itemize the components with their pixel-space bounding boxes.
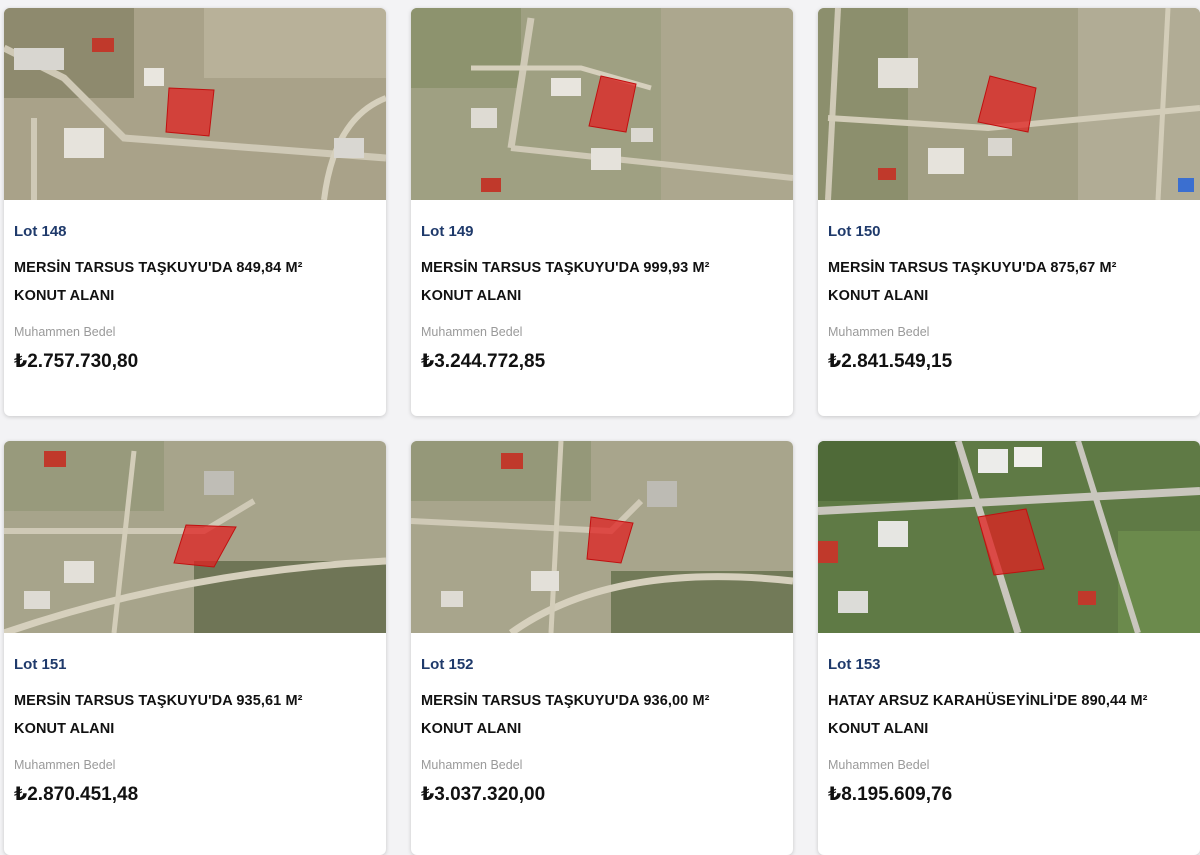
satellite-map-image: [4, 441, 386, 633]
lot-title-line2: KONUT ALANI: [14, 721, 115, 737]
lot-title-line1: MERSİN TARSUS TAŞKUYU'DA 935,61 M²: [14, 693, 303, 709]
estimated-value-label: Muhammen Bedel: [421, 758, 523, 772]
lot-card[interactable]: Lot 150 MERSİN TARSUS TAŞKUYU'DA 875,67 …: [818, 8, 1200, 416]
lot-title: MERSİN TARSUS TAŞKUYU'DA 935,61 M² KONUT…: [14, 687, 376, 743]
lot-card[interactable]: Lot 151 MERSİN TARSUS TAŞKUYU'DA 935,61 …: [4, 441, 386, 855]
lot-card[interactable]: Lot 152 MERSİN TARSUS TAŞKUYU'DA 936,00 …: [411, 441, 793, 855]
satellite-map-image: [4, 8, 386, 200]
lot-price: ₺2.841.549,15: [828, 351, 953, 372]
lot-number: Lot 152: [421, 656, 474, 673]
lot-price: ₺3.244.772,85: [421, 351, 546, 372]
lot-title: MERSİN TARSUS TAŞKUYU'DA 999,93 M² KONUT…: [421, 254, 783, 310]
lot-price: ₺8.195.609,76: [828, 784, 953, 805]
satellite-map-image: [818, 441, 1200, 633]
estimated-value-label: Muhammen Bedel: [14, 325, 116, 339]
lot-price: ₺2.757.730,80: [14, 351, 139, 372]
lot-title-line2: KONUT ALANI: [14, 288, 115, 304]
lot-title-line1: MERSİN TARSUS TAŞKUYU'DA 999,93 M²: [421, 260, 710, 276]
lot-price: ₺2.870.451,48: [14, 784, 139, 805]
lot-price: ₺3.037.320,00: [421, 784, 546, 805]
estimated-value-label: Muhammen Bedel: [421, 325, 523, 339]
lot-title: MERSİN TARSUS TAŞKUYU'DA 936,00 M² KONUT…: [421, 687, 783, 743]
satellite-map-image: [411, 8, 793, 200]
lot-title-line1: MERSİN TARSUS TAŞKUYU'DA 875,67 M²: [828, 260, 1117, 276]
lot-number: Lot 149: [421, 223, 474, 240]
lot-title-line2: KONUT ALANI: [421, 721, 522, 737]
lot-grid: Lot 148 MERSİN TARSUS TAŞKUYU'DA 849,84 …: [0, 0, 1200, 855]
parcel-highlight: [165, 87, 215, 137]
satellite-map-image: [411, 441, 793, 633]
lot-title-line2: KONUT ALANI: [421, 288, 522, 304]
satellite-map-image: [818, 8, 1200, 200]
lot-title-line1: MERSİN TARSUS TAŞKUYU'DA 849,84 M²: [14, 260, 303, 276]
lot-title: MERSİN TARSUS TAŞKUYU'DA 849,84 M² KONUT…: [14, 254, 376, 310]
lot-title-line1: MERSİN TARSUS TAŞKUYU'DA 936,00 M²: [421, 693, 710, 709]
lot-title-line2: KONUT ALANI: [828, 288, 929, 304]
estimated-value-label: Muhammen Bedel: [14, 758, 116, 772]
lot-number: Lot 151: [14, 656, 67, 673]
lot-title-line2: KONUT ALANI: [828, 721, 929, 737]
lot-card[interactable]: Lot 153 HATAY ARSUZ KARAHÜSEYİNLİ'DE 890…: [818, 441, 1200, 855]
lot-number: Lot 150: [828, 223, 881, 240]
lot-title-line1: HATAY ARSUZ KARAHÜSEYİNLİ'DE 890,44 M²: [828, 693, 1148, 709]
estimated-value-label: Muhammen Bedel: [828, 325, 930, 339]
lot-title: HATAY ARSUZ KARAHÜSEYİNLİ'DE 890,44 M² K…: [828, 687, 1190, 743]
lot-title: MERSİN TARSUS TAŞKUYU'DA 875,67 M² KONUT…: [828, 254, 1190, 310]
lot-card[interactable]: Lot 148 MERSİN TARSUS TAŞKUYU'DA 849,84 …: [4, 8, 386, 416]
lot-card[interactable]: Lot 149 MERSİN TARSUS TAŞKUYU'DA 999,93 …: [411, 8, 793, 416]
estimated-value-label: Muhammen Bedel: [828, 758, 930, 772]
lot-number: Lot 153: [828, 656, 881, 673]
lot-number: Lot 148: [14, 223, 67, 240]
